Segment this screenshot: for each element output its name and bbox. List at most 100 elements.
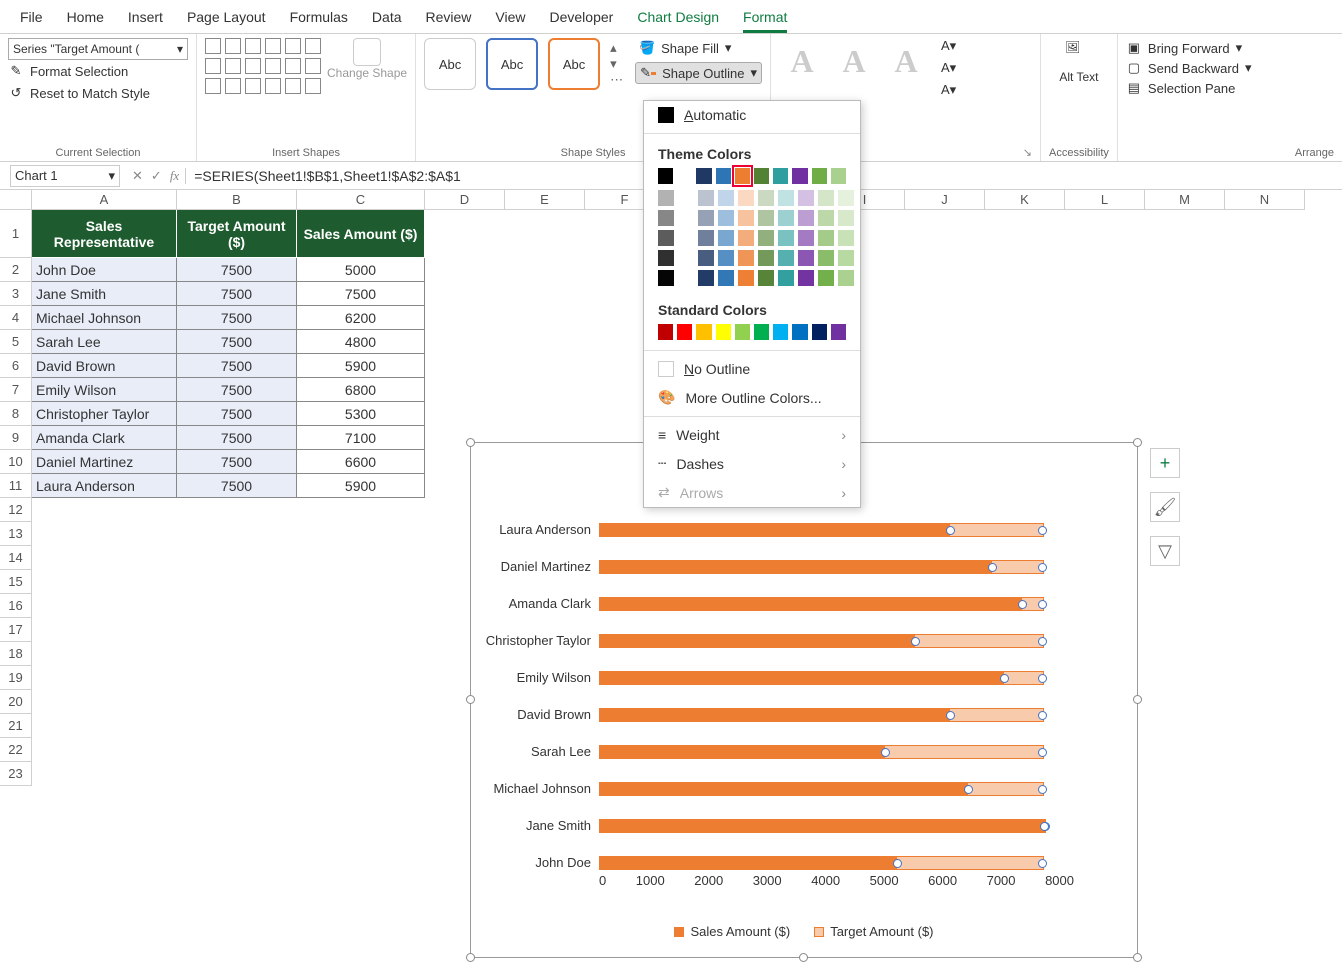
tab-formulas[interactable]: Formulas: [290, 9, 348, 33]
theme-tint-swatch[interactable]: [698, 210, 714, 226]
outline-weight[interactable]: ≡ Weight ›: [644, 421, 860, 449]
column-header-K[interactable]: K: [985, 190, 1065, 210]
theme-tint-swatch[interactable]: [798, 250, 814, 266]
theme-tint-swatch[interactable]: [798, 190, 814, 206]
bar-target[interactable]: [896, 856, 1044, 870]
column-header-B[interactable]: B: [177, 190, 297, 210]
cell-rep[interactable]: Laura Anderson: [32, 474, 177, 498]
standard-color-swatch[interactable]: [773, 324, 788, 340]
theme-color-swatch[interactable]: [812, 168, 827, 184]
theme-tint-swatch[interactable]: [718, 250, 734, 266]
cell-target[interactable]: 7500: [177, 450, 297, 474]
select-all-button[interactable]: [0, 190, 32, 210]
theme-tint-swatch[interactable]: [838, 250, 854, 266]
theme-tint-swatch[interactable]: [758, 190, 774, 206]
standard-color-swatch[interactable]: [792, 324, 807, 340]
cell-sales[interactable]: 5000: [297, 258, 425, 282]
row-header-22[interactable]: 22: [0, 738, 32, 762]
theme-tint-swatch[interactable]: [658, 270, 674, 286]
row-header-6[interactable]: 6: [0, 354, 32, 378]
send-backward-button[interactable]: ▢Send Backward▾: [1126, 58, 1334, 78]
table-header-target[interactable]: Target Amount ($): [177, 210, 297, 258]
theme-tint-swatch[interactable]: [838, 270, 854, 286]
row-header-23[interactable]: 23: [0, 762, 32, 786]
theme-tint-swatch[interactable]: [838, 190, 854, 206]
tab-developer[interactable]: Developer: [550, 9, 614, 33]
bar-sales[interactable]: [599, 708, 949, 722]
tab-file[interactable]: File: [20, 9, 43, 33]
cell-rep[interactable]: Michael Johnson: [32, 306, 177, 330]
cell-sales[interactable]: 5300: [297, 402, 425, 426]
chart-elements-button[interactable]: +: [1150, 448, 1180, 478]
cell-rep[interactable]: John Doe: [32, 258, 177, 282]
theme-tint-swatch[interactable]: [738, 270, 754, 286]
table-header-sales[interactable]: Sales Amount ($): [297, 210, 425, 258]
bar-target[interactable]: [991, 560, 1044, 574]
chart-plot[interactable]: Laura AndersonDaniel MartinezAmanda Clar…: [599, 511, 1074, 861]
theme-color-swatch[interactable]: [773, 168, 788, 184]
theme-tint-swatch[interactable]: [718, 270, 734, 286]
theme-tint-swatch[interactable]: [738, 230, 754, 246]
bar-target[interactable]: [1021, 597, 1045, 611]
bar-sales[interactable]: [599, 597, 1021, 611]
theme-tint-swatch[interactable]: [658, 190, 674, 206]
cell-rep[interactable]: Daniel Martinez: [32, 450, 177, 474]
theme-tint-swatch[interactable]: [798, 270, 814, 286]
theme-color-swatch[interactable]: [792, 168, 807, 184]
cell-target[interactable]: 7500: [177, 354, 297, 378]
row-header-1[interactable]: 1: [0, 210, 32, 258]
cell-sales[interactable]: 4800: [297, 330, 425, 354]
column-header-C[interactable]: C: [297, 190, 425, 210]
no-outline[interactable]: No Outline: [644, 355, 860, 383]
row-header-5[interactable]: 5: [0, 330, 32, 354]
row-header-16[interactable]: 16: [0, 594, 32, 618]
cell-rep[interactable]: Emily Wilson: [32, 378, 177, 402]
name-box[interactable]: Chart 1 ▾: [10, 165, 120, 187]
theme-tint-swatch[interactable]: [698, 230, 714, 246]
theme-tint-swatch[interactable]: [758, 270, 774, 286]
selection-pane-button[interactable]: ▤Selection Pane: [1126, 78, 1334, 98]
standard-color-swatch[interactable]: [696, 324, 711, 340]
column-header-N[interactable]: N: [1225, 190, 1305, 210]
standard-color-swatch[interactable]: [716, 324, 731, 340]
tab-chart-design[interactable]: Chart Design: [637, 9, 719, 33]
bar-target[interactable]: [884, 745, 1044, 759]
theme-tint-swatch[interactable]: [818, 270, 834, 286]
cell-rep[interactable]: Sarah Lee: [32, 330, 177, 354]
standard-color-swatch[interactable]: [735, 324, 750, 340]
theme-tint-swatch[interactable]: [698, 270, 714, 286]
shape-style-3[interactable]: Abc: [548, 38, 600, 90]
shape-gallery[interactable]: [205, 38, 321, 94]
theme-tint-swatch[interactable]: [778, 270, 794, 286]
theme-tint-swatch[interactable]: [718, 210, 734, 226]
bar-target[interactable]: [949, 708, 1044, 722]
bar-sales[interactable]: [599, 856, 896, 870]
chart-element-combo[interactable]: Series "Target Amount ( ▾: [8, 38, 188, 60]
theme-tint-swatch[interactable]: [738, 190, 754, 206]
theme-tint-swatch[interactable]: [718, 230, 734, 246]
theme-tint-swatch[interactable]: [678, 270, 694, 286]
column-header-D[interactable]: D: [425, 190, 505, 210]
cell-rep[interactable]: Jane Smith: [32, 282, 177, 306]
bar-sales[interactable]: [599, 782, 967, 796]
column-header-E[interactable]: E: [505, 190, 585, 210]
alt-text-button[interactable]: 🖼 Alt Text: [1049, 38, 1109, 86]
theme-tint-swatch[interactable]: [678, 250, 694, 266]
theme-tint-swatch[interactable]: [818, 190, 834, 206]
row-header-17[interactable]: 17: [0, 618, 32, 642]
row-header-4[interactable]: 4: [0, 306, 32, 330]
bar-sales[interactable]: [599, 819, 1044, 833]
row-header-12[interactable]: 12: [0, 498, 32, 522]
standard-color-swatch[interactable]: [831, 324, 846, 340]
cancel-formula-button[interactable]: ✕: [132, 168, 143, 184]
bar-target[interactable]: [914, 634, 1045, 648]
theme-color-swatch[interactable]: [677, 168, 692, 184]
dialog-launcher-icon[interactable]: ↘: [1023, 146, 1032, 159]
row-header-8[interactable]: 8: [0, 402, 32, 426]
theme-tint-swatch[interactable]: [658, 210, 674, 226]
theme-tint-swatch[interactable]: [778, 210, 794, 226]
text-fill-icon[interactable]: A▾: [941, 38, 956, 54]
legend-target[interactable]: Target Amount ($): [814, 924, 933, 939]
theme-tint-swatch[interactable]: [758, 230, 774, 246]
cell-target[interactable]: 7500: [177, 258, 297, 282]
